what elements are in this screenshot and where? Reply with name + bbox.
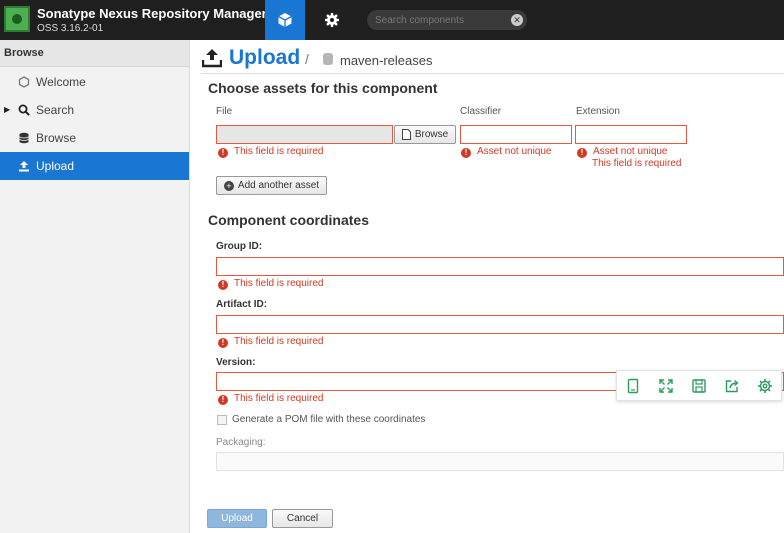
classifier-column-label: Classifier bbox=[460, 106, 502, 117]
extension-column-label: Extension bbox=[576, 106, 620, 117]
extension-error: ! Asset not unique bbox=[577, 146, 668, 158]
sidebar-item-label: Upload bbox=[36, 159, 75, 173]
coordinates-section-title: Component coordinates bbox=[208, 212, 370, 228]
sidebar-item-label: Browse bbox=[36, 131, 77, 145]
floating-toolbar bbox=[616, 370, 782, 401]
packaging-field[interactable] bbox=[216, 452, 784, 471]
artifact-id-label: Artifact ID: bbox=[216, 299, 268, 310]
sidebar-item-search[interactable]: ▶ Search bbox=[0, 96, 189, 124]
version-error: ! This field is required bbox=[218, 393, 323, 405]
expand-icon[interactable] bbox=[658, 378, 674, 394]
error-icon: ! bbox=[218, 280, 228, 290]
upload-icon bbox=[202, 49, 222, 68]
extension-error-2: This field is required bbox=[592, 158, 682, 169]
database-icon bbox=[19, 132, 29, 144]
packaging-label: Packaging: bbox=[216, 437, 266, 448]
plus-circle-icon: + bbox=[223, 180, 234, 191]
file-field[interactable] bbox=[216, 125, 393, 144]
sidebar-item-welcome[interactable]: Welcome bbox=[0, 68, 189, 96]
sidebar-item-label: Search bbox=[36, 103, 75, 117]
file-column-label: File bbox=[216, 106, 233, 117]
browse-cube-button[interactable] bbox=[265, 0, 305, 40]
generate-pom-checkbox[interactable] bbox=[217, 415, 227, 425]
share-icon[interactable] bbox=[724, 378, 740, 394]
expand-arrow-icon[interactable]: ▶ bbox=[4, 96, 10, 124]
settings-icon[interactable] bbox=[757, 378, 773, 394]
error-icon: ! bbox=[218, 395, 228, 405]
file-icon bbox=[401, 129, 411, 140]
browse-file-button[interactable]: Browse bbox=[394, 125, 456, 144]
sidebar-item-upload[interactable]: Upload bbox=[0, 152, 189, 180]
artifact-id-error: ! This field is required bbox=[218, 336, 323, 348]
nexus-logo bbox=[4, 6, 30, 32]
group-id-label: Group ID: bbox=[216, 241, 263, 252]
page-title[interactable]: Upload bbox=[229, 46, 300, 70]
breadcrumb: Upload / maven-releases bbox=[201, 40, 784, 74]
breadcrumb-separator: / bbox=[305, 51, 309, 67]
file-error: ! This field is required bbox=[218, 146, 323, 158]
hexagon-icon bbox=[18, 76, 30, 88]
tablet-icon[interactable] bbox=[625, 378, 641, 394]
search-input[interactable] bbox=[375, 13, 505, 27]
error-icon: ! bbox=[461, 148, 471, 158]
sidebar: Browse Welcome ▶ Search Browse Upload bbox=[0, 40, 190, 533]
browse-label: Browse bbox=[414, 129, 449, 140]
error-icon: ! bbox=[218, 338, 228, 348]
app-version: OSS 3.16.2-01 bbox=[37, 23, 104, 34]
sidebar-item-label: Welcome bbox=[36, 75, 86, 89]
upload-icon bbox=[19, 161, 29, 172]
add-asset-button[interactable]: + Add another asset bbox=[216, 176, 327, 195]
error-icon: ! bbox=[218, 148, 228, 158]
search-icon bbox=[18, 104, 30, 116]
repository-icon bbox=[323, 53, 333, 65]
app-title: Sonatype Nexus Repository Manager bbox=[37, 6, 267, 21]
artifact-id-field[interactable] bbox=[216, 315, 784, 334]
generate-pom-label: Generate a POM file with these coordinat… bbox=[232, 414, 426, 425]
admin-gear-button[interactable] bbox=[312, 0, 352, 40]
sidebar-header: Browse bbox=[0, 40, 189, 67]
group-id-field[interactable] bbox=[216, 257, 784, 276]
main-content: Upload / maven-releases Choose assets fo… bbox=[201, 40, 784, 533]
classifier-error: ! Asset not unique bbox=[461, 146, 552, 158]
version-label: Version: bbox=[216, 357, 256, 368]
error-icon: ! bbox=[577, 148, 587, 158]
cube-icon bbox=[278, 13, 292, 27]
upload-button[interactable]: Upload bbox=[207, 509, 267, 528]
clear-search-icon[interactable]: ✕ bbox=[511, 14, 523, 26]
group-id-error: ! This field is required bbox=[218, 278, 323, 290]
sidebar-item-browse[interactable]: Browse bbox=[0, 124, 189, 152]
gear-icon bbox=[325, 13, 339, 27]
assets-section-title: Choose assets for this component bbox=[208, 80, 438, 96]
search-box[interactable]: ✕ bbox=[367, 10, 527, 30]
extension-field[interactable] bbox=[575, 125, 687, 144]
save-icon[interactable] bbox=[691, 378, 707, 394]
classifier-field[interactable] bbox=[460, 125, 572, 144]
top-bar: Sonatype Nexus Repository Manager OSS 3.… bbox=[0, 0, 784, 40]
cancel-button[interactable]: Cancel bbox=[272, 509, 333, 528]
repository-name: maven-releases bbox=[340, 53, 433, 68]
add-asset-label: Add another asset bbox=[237, 180, 320, 191]
